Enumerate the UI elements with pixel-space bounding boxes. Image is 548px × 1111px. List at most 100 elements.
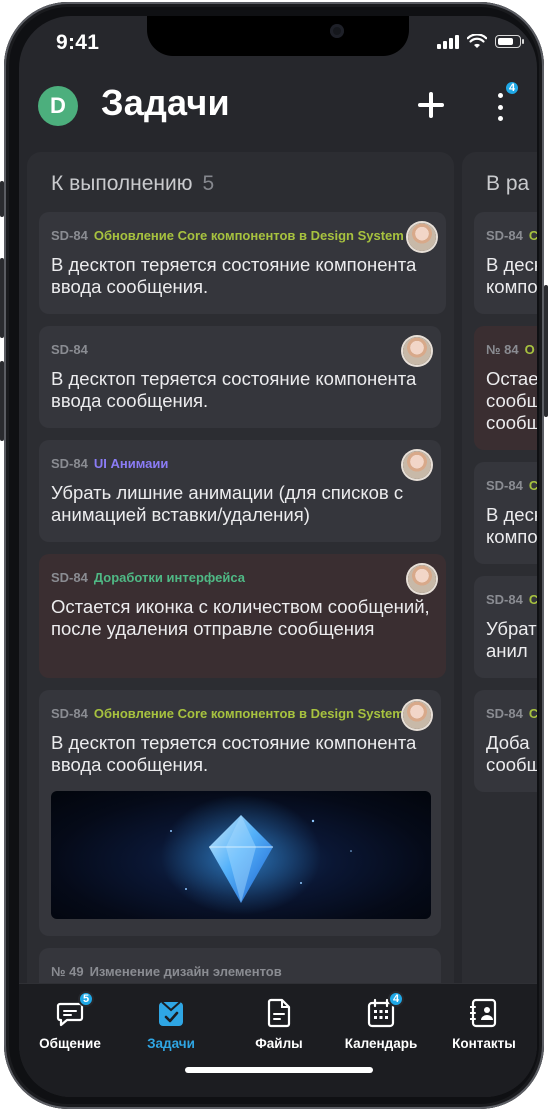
file-icon bbox=[267, 998, 291, 1028]
power-button bbox=[544, 285, 548, 417]
task-title: Убрат с анил bbox=[486, 618, 537, 661]
card-meta: SD-84 С bbox=[486, 591, 537, 609]
task-id: SD-84 bbox=[486, 706, 523, 721]
card-meta: SD-84 Доработки интерфейса bbox=[51, 569, 411, 587]
task-card[interactable]: SD-84 С Убрат с анил bbox=[474, 576, 537, 678]
task-title: В десктоп теряется состояние компонента … bbox=[51, 732, 417, 775]
card-meta: SD-84 С bbox=[486, 227, 537, 245]
assignee-avatar bbox=[403, 337, 431, 365]
column-title: К выполнению 5 bbox=[51, 172, 214, 196]
task-title: В десктоп теряется состояние компонента … bbox=[51, 368, 417, 411]
task-id: SD-84 bbox=[51, 706, 88, 721]
task-card[interactable]: SD-84 Доработки интерфейса Остается иконк… bbox=[39, 554, 446, 678]
task-card[interactable]: SD-84 С В деск компон bbox=[474, 462, 537, 564]
task-card[interactable]: SD-84 С В деск компон bbox=[474, 212, 537, 314]
assignee-avatar bbox=[408, 223, 436, 251]
battery-level bbox=[498, 38, 514, 45]
notch bbox=[147, 16, 409, 56]
card-meta: SD-84 bbox=[51, 341, 411, 359]
tab-chat[interactable]: 5 Общение bbox=[25, 991, 115, 1058]
column-count: 5 bbox=[202, 172, 215, 195]
column-in-progress: В ра SD-84 С В деск компон № 84 О Остае со… bbox=[462, 152, 537, 1012]
tab-label: Календарь bbox=[344, 1036, 418, 1051]
task-id: SD-84 bbox=[51, 570, 88, 585]
task-title: В деск компон bbox=[486, 254, 537, 297]
chat-badge: 5 bbox=[78, 991, 94, 1007]
tab-tasks[interactable]: Задачи bbox=[126, 998, 216, 1058]
page-title: Задачи bbox=[101, 82, 230, 123]
assignee-avatar bbox=[403, 701, 431, 729]
task-tag: О bbox=[524, 342, 535, 357]
task-tag: С bbox=[528, 592, 537, 607]
task-title: В деск компон bbox=[486, 504, 537, 547]
assignee-avatar bbox=[403, 451, 431, 479]
task-tag: С bbox=[528, 228, 537, 243]
more-badge: 4 bbox=[504, 80, 520, 96]
task-card[interactable]: SD-84 Обновление Core компонентов в Desig… bbox=[39, 690, 441, 936]
task-tag: С bbox=[528, 478, 537, 493]
assignee-avatar bbox=[408, 565, 436, 593]
tab-label: Файлы bbox=[255, 1036, 303, 1051]
tab-files[interactable]: Файлы bbox=[234, 998, 324, 1058]
phone-frame: 9:41 D Задачи 4 К выполнению 5 SD-84 Обн… bbox=[4, 2, 544, 1109]
tab-contacts[interactable]: Контакты bbox=[439, 998, 529, 1058]
tab-label: Задачи bbox=[147, 1036, 195, 1051]
task-card[interactable]: № 84 О Остае сообщ сообщ bbox=[474, 326, 537, 450]
tab-label: Общение bbox=[39, 1036, 101, 1051]
card-meta: SD-84 Обновление Core компонентов в Desig… bbox=[51, 227, 411, 245]
status-time: 9:41 bbox=[56, 31, 100, 54]
task-tag: Изменение дизайн элементов bbox=[89, 964, 282, 979]
task-tag: UI Анимаии bbox=[93, 456, 169, 471]
task-id: SD-84 bbox=[51, 342, 88, 357]
task-id: № 84 bbox=[486, 342, 519, 357]
task-title: Убрать лишние анимации (для списков с ан… bbox=[51, 482, 404, 525]
task-title: В десктоп теряется состояние компонента … bbox=[51, 254, 417, 297]
task-id: SD-84 bbox=[51, 456, 88, 471]
more-menu-button[interactable] bbox=[493, 90, 507, 124]
more-icon-dot bbox=[497, 104, 503, 110]
column-todo: К выполнению 5 SD-84 Обновление Core компо… bbox=[27, 152, 454, 1012]
card-meta: SD-84 С bbox=[486, 477, 537, 495]
front-camera bbox=[330, 24, 344, 38]
calendar-badge: 4 bbox=[388, 991, 404, 1007]
tab-label: Контакты bbox=[452, 1036, 516, 1051]
task-card[interactable]: SD-84 UI Анимаии Убрать лишние анимации (… bbox=[39, 440, 441, 542]
status-icons bbox=[437, 34, 524, 49]
task-id: № 49 bbox=[51, 964, 84, 979]
task-tag: Доработки интерфейса bbox=[93, 570, 245, 585]
task-title: Остае сообщ сообщ bbox=[486, 368, 537, 433]
card-meta: № 84 О bbox=[486, 341, 537, 359]
battery-icon bbox=[495, 35, 524, 48]
screen: 9:41 D Задачи 4 К выполнению 5 SD-84 Обн… bbox=[19, 16, 537, 1097]
task-card[interactable]: SD-84 Обновление Core компонентов в Desig… bbox=[39, 212, 446, 314]
card-attachment-image[interactable] bbox=[51, 791, 431, 919]
cellular-signal-icon bbox=[437, 34, 459, 49]
column-title: В ра bbox=[486, 172, 529, 196]
card-meta: SD-84 Обновление Core компонентов в Desig… bbox=[51, 705, 411, 723]
contacts-icon bbox=[470, 998, 497, 1028]
header: D Задачи 4 bbox=[19, 80, 537, 142]
diamond-crystal-image bbox=[161, 795, 352, 915]
task-id: SD-84 bbox=[51, 228, 88, 243]
task-card[interactable]: SD-84 В десктоп теряется состояние компо… bbox=[39, 326, 441, 428]
task-title: Остается иконка с количеством сообщений,… bbox=[51, 596, 430, 639]
card-meta: SD-84 UI Анимаии bbox=[51, 455, 411, 473]
task-id: SD-84 bbox=[486, 228, 523, 243]
add-task-button[interactable] bbox=[416, 90, 446, 120]
home-indicator[interactable] bbox=[185, 1067, 373, 1073]
task-title: Доба сообщ bbox=[486, 732, 537, 775]
more-icon-dot bbox=[497, 93, 503, 98]
task-id: SD-84 bbox=[486, 592, 523, 607]
tasks-icon bbox=[159, 1001, 183, 1026]
card-meta: SD-84 С bbox=[486, 705, 537, 723]
more-icon-dot bbox=[497, 116, 503, 121]
task-tag: Обновление Core компонентов в Design Sys… bbox=[93, 706, 404, 721]
column-title-text: В ра bbox=[486, 172, 530, 195]
task-card[interactable]: SD-84 С Доба сообщ bbox=[474, 690, 537, 792]
tab-calendar[interactable]: 4 Календарь bbox=[336, 991, 426, 1058]
column-title-text: К выполнению bbox=[51, 172, 193, 195]
tab-bar: 5 Общение Задачи Файлы 4 Календарь Конта… bbox=[19, 983, 537, 1097]
workspace-avatar[interactable]: D bbox=[38, 86, 78, 126]
wifi-icon bbox=[467, 34, 487, 48]
card-meta: № 49 Изменение дизайн элементов bbox=[51, 963, 411, 981]
